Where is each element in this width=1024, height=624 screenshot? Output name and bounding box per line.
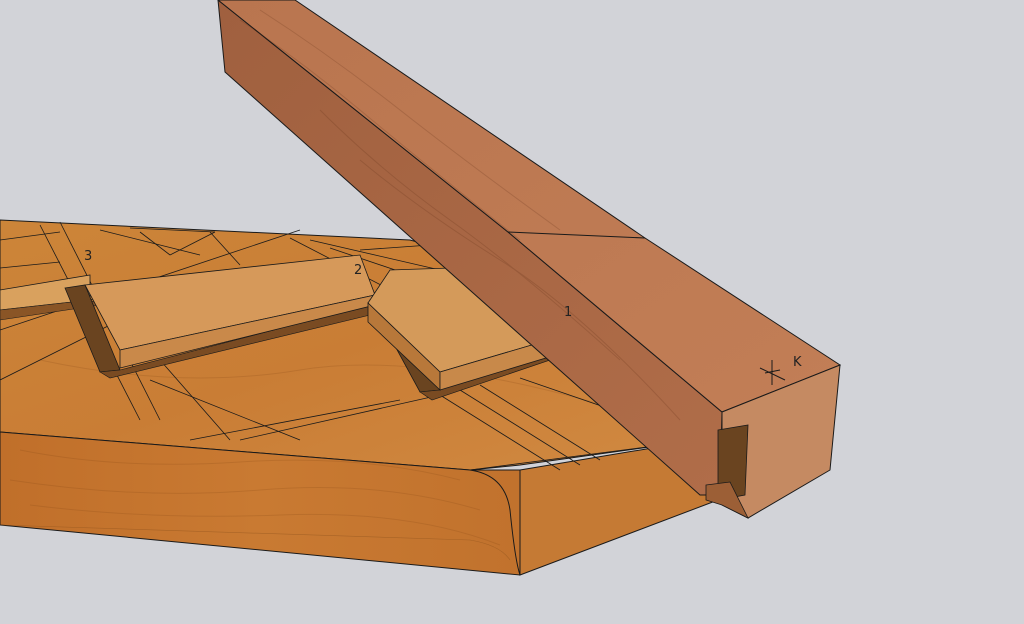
pencil-mark-3: 3 [84,249,92,264]
sketchup-viewport[interactable]: K 3 2 1 [0,0,1024,624]
model-canvas[interactable]: K 3 2 1 [0,0,1024,624]
pencil-mark-2: 2 [354,263,362,278]
rafter-end-mark: K [793,355,802,370]
pencil-mark-1: 1 [564,305,572,320]
